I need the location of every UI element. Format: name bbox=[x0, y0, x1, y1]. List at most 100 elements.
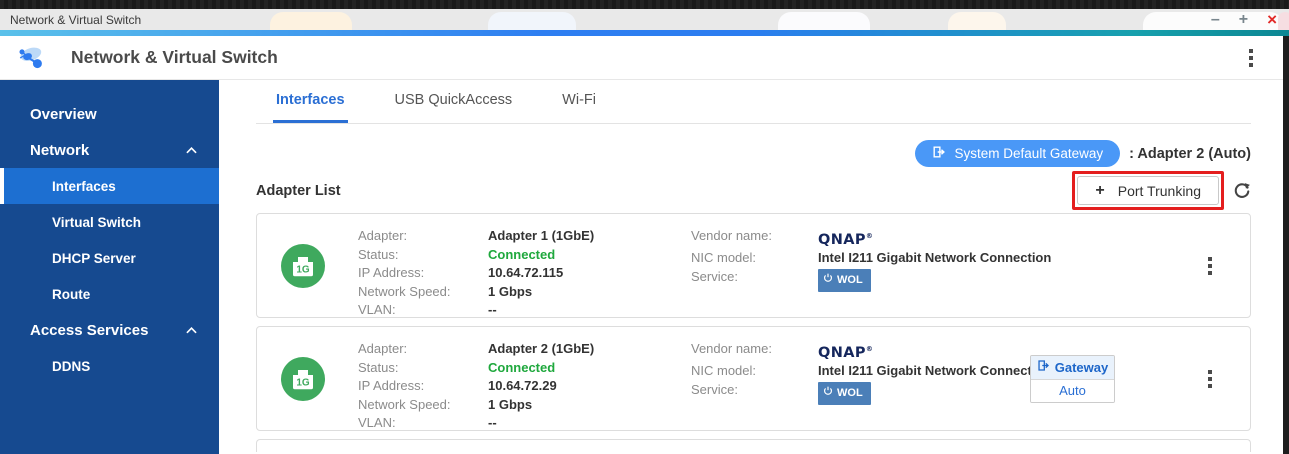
minimize-button[interactable]: – bbox=[1211, 12, 1220, 28]
sidebar-item-label: Access Services bbox=[30, 322, 148, 339]
system-default-gateway-button[interactable]: System Default Gateway bbox=[915, 140, 1121, 167]
ip-value: 10.64.72.115 bbox=[488, 264, 691, 283]
default-gateway-value: : Adapter 2 (Auto) bbox=[1129, 146, 1251, 162]
vendor-label: Vendor name: bbox=[691, 227, 818, 249]
svg-text:1G: 1G bbox=[296, 265, 310, 276]
window-titlebar[interactable]: Network & Virtual Switch – + × bbox=[0, 9, 1289, 30]
tab-usb-quickaccess[interactable]: USB QuickAccess bbox=[392, 80, 516, 123]
desktop-blob bbox=[1278, 12, 1289, 30]
sidebar-item-label: Route bbox=[52, 287, 90, 302]
gateway-button-label: Gateway bbox=[1055, 360, 1108, 375]
app-window: Network & Virtual Switch – + × Network &… bbox=[0, 0, 1289, 454]
highlight-annotation: + Port Trunking bbox=[1072, 171, 1224, 210]
wol-label: WOL bbox=[837, 271, 863, 290]
header-menu-button[interactable] bbox=[1245, 45, 1257, 71]
vlan-label: VLAN: bbox=[358, 301, 488, 320]
tab-bar: Interfaces USB QuickAccess Wi-Fi bbox=[256, 80, 1251, 124]
status-value: Connected bbox=[488, 359, 691, 378]
port-trunking-button[interactable]: + Port Trunking bbox=[1077, 176, 1219, 205]
chevron-up-icon bbox=[186, 147, 197, 154]
wol-label: WOL bbox=[837, 384, 863, 403]
gateway-icon bbox=[932, 145, 946, 162]
qnap-logo: QNAP® bbox=[818, 227, 1051, 249]
adapter-info-columns: Adapter: Adapter 1 (1GbE) Status: Connec… bbox=[358, 227, 691, 320]
sidebar-item-ddns[interactable]: DDNS bbox=[0, 348, 219, 384]
speed-label: Network Speed: bbox=[358, 396, 488, 415]
close-button[interactable]: × bbox=[1267, 11, 1277, 28]
desktop-blob bbox=[488, 12, 576, 30]
service-label: Service: bbox=[691, 381, 818, 406]
sidebar-item-label: Overview bbox=[30, 106, 97, 123]
maximize-button[interactable]: + bbox=[1239, 12, 1248, 28]
desktop-blob bbox=[948, 12, 1006, 30]
adapter-list-header: Adapter List + Port Trunking bbox=[256, 171, 1251, 210]
adapter-card-3-partial bbox=[256, 439, 1251, 452]
sidebar-item-label: DDNS bbox=[52, 359, 90, 374]
nic-model-label: NIC model: bbox=[691, 249, 818, 268]
default-gateway-row: System Default Gateway : Adapter 2 (Auto… bbox=[256, 140, 1251, 167]
gateway-button[interactable]: Gateway bbox=[1031, 356, 1114, 380]
sidebar-item-network[interactable]: Network bbox=[0, 132, 219, 168]
sidebar-item-dhcp-server[interactable]: DHCP Server bbox=[0, 240, 219, 276]
sidebar-item-label: DHCP Server bbox=[52, 251, 136, 266]
service-label: Service: bbox=[691, 268, 818, 293]
gateway-selector: Gateway Auto bbox=[1030, 355, 1115, 403]
adapter-name: Adapter 1 (1GbE) bbox=[488, 227, 691, 246]
vlan-label: VLAN: bbox=[358, 414, 488, 433]
wol-badge: WOL bbox=[818, 382, 871, 406]
speed-value: 1 Gbps bbox=[488, 283, 691, 302]
speed-label: Network Speed: bbox=[358, 283, 488, 302]
vendor-label: Vendor name: bbox=[691, 340, 818, 362]
port-trunking-label: Port Trunking bbox=[1118, 183, 1201, 199]
sidebar: Overview Network Interfaces Virtual Swit… bbox=[0, 80, 219, 454]
vlan-value: -- bbox=[488, 414, 691, 433]
sidebar-item-label: Interfaces bbox=[52, 179, 116, 194]
system-default-gateway-label: System Default Gateway bbox=[955, 146, 1104, 161]
adapter-list-title: Adapter List bbox=[256, 183, 341, 199]
status-label: Status: bbox=[358, 246, 488, 265]
tab-wifi[interactable]: Wi-Fi bbox=[559, 80, 599, 123]
ip-label: IP Address: bbox=[358, 377, 488, 396]
gateway-icon bbox=[1037, 359, 1050, 375]
adapter-name: Adapter 2 (1GbE) bbox=[488, 340, 691, 359]
speed-value: 1 Gbps bbox=[488, 396, 691, 415]
power-icon bbox=[823, 271, 833, 290]
adapter-info-columns: Adapter: Adapter 2 (1GbE) Status: Connec… bbox=[358, 340, 691, 433]
nic-model-value: Intel I211 Gigabit Network Connection bbox=[818, 249, 1051, 268]
desktop-blob bbox=[778, 12, 870, 30]
nic-model-value: Intel I211 Gigabit Network Connection bbox=[818, 362, 1051, 381]
sidebar-item-route[interactable]: Route bbox=[0, 276, 219, 312]
vlan-value: -- bbox=[488, 301, 691, 320]
status-value: Connected bbox=[488, 246, 691, 265]
status-label: Status: bbox=[358, 359, 488, 378]
power-icon bbox=[823, 384, 833, 403]
wol-badge: WOL bbox=[818, 269, 871, 293]
sidebar-item-access-services[interactable]: Access Services bbox=[0, 312, 219, 348]
adapter-menu-button[interactable] bbox=[1204, 253, 1216, 279]
main-content: Interfaces USB QuickAccess Wi-Fi System … bbox=[219, 80, 1289, 454]
adapter-label: Adapter: bbox=[358, 340, 488, 359]
chevron-up-icon bbox=[186, 327, 197, 334]
desktop-blob bbox=[270, 12, 352, 30]
desktop-strip bbox=[0, 0, 1289, 9]
sidebar-item-overview[interactable]: Overview bbox=[0, 96, 219, 132]
adapter-vendor-columns: Vendor name: QNAP® NIC model: Intel I211… bbox=[691, 227, 1051, 292]
desktop-edge bbox=[1283, 36, 1289, 454]
sidebar-item-label: Virtual Switch bbox=[52, 215, 141, 230]
window-title: Network & Virtual Switch bbox=[10, 13, 141, 27]
sidebar-item-interfaces[interactable]: Interfaces bbox=[0, 168, 219, 204]
sidebar-item-label: Network bbox=[30, 142, 89, 159]
network-switch-app-icon bbox=[13, 44, 45, 72]
sidebar-item-virtual-switch[interactable]: Virtual Switch bbox=[0, 204, 219, 240]
nic-model-label: NIC model: bbox=[691, 362, 818, 381]
page-title: Network & Virtual Switch bbox=[71, 47, 278, 68]
tab-interfaces[interactable]: Interfaces bbox=[273, 80, 348, 123]
adapter-menu-button[interactable] bbox=[1204, 366, 1216, 392]
ip-value: 10.64.72.29 bbox=[488, 377, 691, 396]
refresh-button[interactable] bbox=[1233, 182, 1251, 200]
gateway-auto-button[interactable]: Auto bbox=[1031, 380, 1114, 402]
app-header: Network & Virtual Switch bbox=[0, 36, 1289, 80]
svg-text:1G: 1G bbox=[296, 378, 310, 389]
qnap-logo: QNAP® bbox=[818, 340, 1051, 362]
ip-label: IP Address: bbox=[358, 264, 488, 283]
